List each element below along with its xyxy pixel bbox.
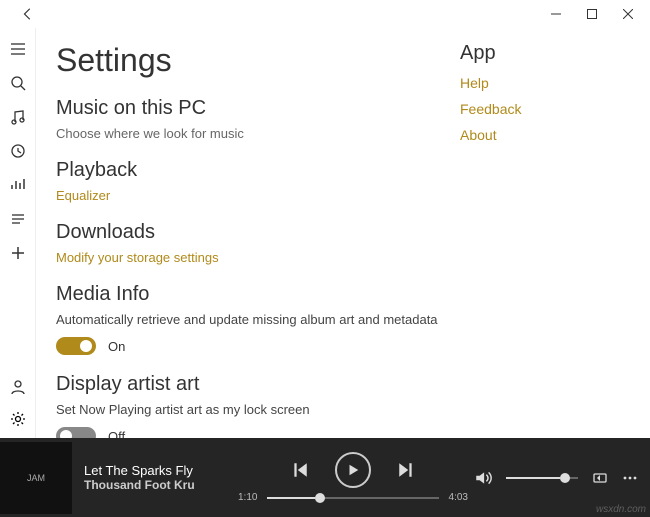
repeat-icon[interactable] — [592, 470, 608, 486]
more-icon[interactable] — [622, 470, 638, 486]
about-link[interactable]: About — [460, 127, 630, 143]
hamburger-icon[interactable] — [9, 40, 27, 58]
play-button[interactable] — [335, 452, 371, 488]
next-button[interactable] — [397, 461, 415, 479]
add-icon[interactable] — [9, 244, 27, 262]
section-music-title: Music on this PC — [56, 97, 440, 120]
volume-slider[interactable] — [506, 477, 578, 479]
back-button[interactable] — [10, 0, 46, 28]
total-time: 4:03 — [449, 492, 468, 503]
mediainfo-toggle-label: On — [108, 339, 125, 354]
artistart-toggle-label: Off — [108, 429, 125, 439]
section-artistart-title: Display artist art — [56, 373, 440, 396]
track-artist: Thousand Foot Kru — [84, 478, 232, 492]
storage-settings-link[interactable]: Modify your storage settings — [56, 250, 440, 265]
section-music-subtitle: Choose where we look for music — [56, 126, 440, 141]
mediainfo-desc: Automatically retrieve and update missin… — [56, 312, 440, 327]
app-section-title: App — [460, 42, 630, 65]
artistart-desc: Set Now Playing artist art as my lock sc… — [56, 402, 440, 417]
help-link[interactable]: Help — [460, 75, 630, 91]
close-button[interactable] — [610, 0, 646, 28]
elapsed-time: 1:10 — [238, 492, 257, 503]
artistart-toggle[interactable] — [56, 427, 96, 438]
recent-icon[interactable] — [9, 142, 27, 160]
minimize-button[interactable] — [538, 0, 574, 28]
sidebar — [0, 28, 36, 438]
track-title: Let The Sparks Fly — [84, 463, 232, 478]
progress-slider[interactable] — [267, 497, 438, 499]
section-mediainfo-title: Media Info — [56, 283, 440, 306]
settings-icon[interactable] — [9, 410, 27, 428]
window-titlebar — [0, 0, 650, 28]
watermark: wsxdn.com — [596, 504, 646, 515]
equalizer-link[interactable]: Equalizer — [56, 188, 440, 203]
page-title: Settings — [56, 42, 440, 79]
now-playing-icon[interactable] — [9, 176, 27, 194]
search-icon[interactable] — [9, 74, 27, 92]
maximize-button[interactable] — [574, 0, 610, 28]
feedback-link[interactable]: Feedback — [460, 101, 630, 117]
playlist-icon[interactable] — [9, 210, 27, 228]
music-note-icon[interactable] — [9, 108, 27, 126]
mediainfo-toggle[interactable] — [56, 337, 96, 355]
previous-button[interactable] — [291, 461, 309, 479]
volume-icon[interactable] — [474, 469, 492, 487]
account-icon[interactable] — [9, 378, 27, 396]
player-bar: JAM Let The Sparks Fly Thousand Foot Kru… — [0, 438, 650, 517]
section-downloads-title: Downloads — [56, 221, 440, 244]
album-art[interactable]: JAM — [0, 442, 72, 514]
section-playback-title: Playback — [56, 159, 440, 182]
